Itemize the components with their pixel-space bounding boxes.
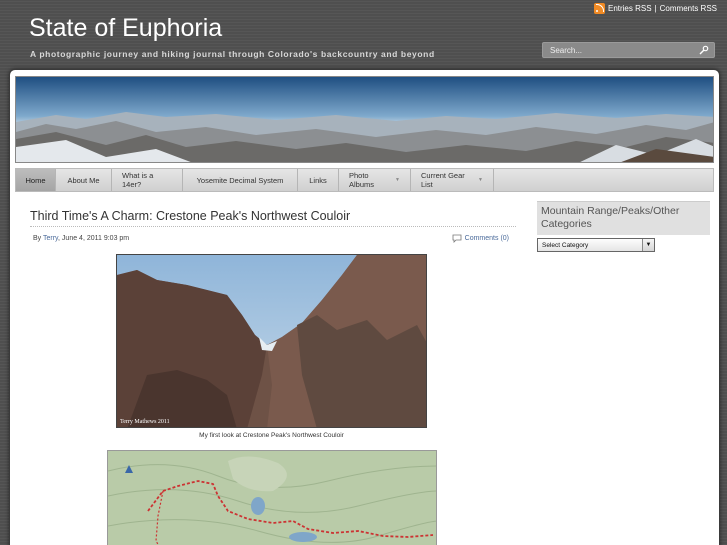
- main-nav: Home About Me What is a 14er? Yosemite D…: [15, 168, 714, 192]
- topo-map-image: [108, 451, 436, 545]
- mountain-panorama-image: [16, 77, 713, 162]
- post-date: , June 4, 2011 9:03 pm: [58, 235, 130, 242]
- search-box: [542, 42, 715, 58]
- nav-item-current-gear-list[interactable]: Current Gear List ▼: [411, 169, 494, 191]
- search-icon[interactable]: [698, 45, 709, 56]
- nav-item-photo-albums[interactable]: Photo Albums ▼: [339, 169, 411, 191]
- nav-item-label: What is a 14er?: [122, 171, 154, 189]
- author-link[interactable]: Terry: [43, 235, 58, 242]
- rss-icon: [593, 3, 605, 14]
- rss-links: Entries RSS | Comments RSS: [593, 3, 717, 14]
- route-map[interactable]: [107, 450, 437, 545]
- category-select[interactable]: Select Category ▼: [537, 238, 655, 252]
- content-wrapper: Home About Me What is a 14er? Yosemite D…: [9, 69, 720, 545]
- couloir-photo[interactable]: Terry Mathews 2011: [116, 254, 427, 428]
- chevron-down-icon: ▼: [478, 177, 483, 183]
- post-meta: By Terry, June 4, 2011 9:03 pm: [33, 235, 129, 242]
- comment-bubble-icon: [452, 234, 462, 243]
- category-widget-title: Mountain Range/Peaks/Other Categories: [537, 201, 710, 235]
- comments-rss-link[interactable]: Comments RSS: [660, 4, 717, 13]
- nav-item-links[interactable]: Links: [298, 169, 339, 191]
- by-label: By: [33, 235, 42, 242]
- photo-caption: My first look at Crestone Peak's Northwe…: [199, 432, 344, 439]
- entries-rss-link[interactable]: Entries RSS: [608, 4, 652, 13]
- nav-item-label: Photo Albums: [349, 171, 375, 189]
- nav-item-yosemite-decimal-system[interactable]: Yosemite Decimal System: [183, 169, 298, 191]
- chevron-down-icon[interactable]: ▼: [642, 239, 654, 251]
- nav-item-label: About Me: [67, 175, 100, 185]
- photo-watermark: Terry Mathews 2011: [120, 419, 170, 425]
- site-description: A photographic journey and hiking journa…: [30, 49, 435, 59]
- site-title[interactable]: State of Euphoria: [29, 14, 222, 43]
- nav-item-about-me[interactable]: About Me: [56, 169, 112, 191]
- nav-item-label: Links: [309, 175, 327, 185]
- rss-separator: |: [654, 4, 657, 13]
- panorama-banner: [15, 76, 714, 163]
- nav-item-label: Home: [25, 175, 46, 185]
- couloir-image: [117, 255, 426, 427]
- nav-item-label: Yosemite Decimal System: [196, 175, 284, 185]
- search-input[interactable]: [550, 45, 700, 55]
- nav-item-home[interactable]: Home: [16, 169, 56, 191]
- nav-item-what-is-14er[interactable]: What is a 14er?: [112, 169, 183, 191]
- post-divider: [30, 226, 516, 227]
- post-title[interactable]: Third Time's A Charm: Crestone Peak's No…: [30, 209, 350, 223]
- chevron-down-icon: ▼: [395, 177, 400, 183]
- category-select-value: Select Category: [542, 241, 589, 249]
- comments-count: Comments (0): [464, 235, 509, 242]
- comments-link[interactable]: Comments (0): [452, 234, 509, 243]
- nav-item-label: Current Gear List: [421, 171, 465, 189]
